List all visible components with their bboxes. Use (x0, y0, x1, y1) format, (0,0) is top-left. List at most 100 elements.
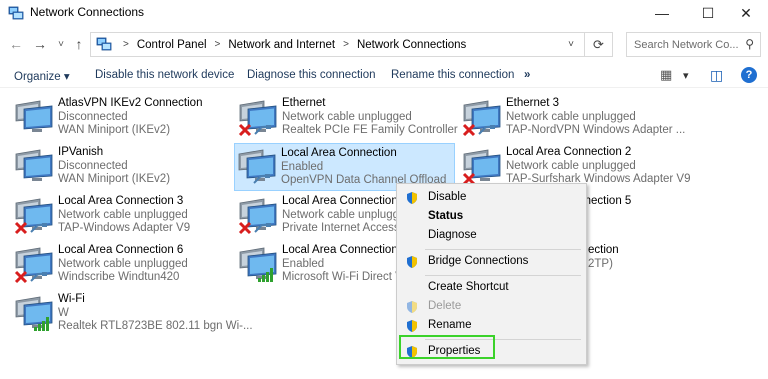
connection-local-area-6[interactable]: Local Area Connection 6 Network cable un… (12, 242, 234, 290)
connection-wifi[interactable]: Wi-Fi W Realtek RTL8723BE 802.11 bgn Wi-… (12, 291, 253, 339)
connection-name: Ethernet (282, 97, 326, 109)
forward-button[interactable]: → (32, 34, 48, 54)
connection-atlasvpn[interactable]: AtlasVPN IKEv2 Connection Disconnected W… (12, 95, 234, 143)
close-button[interactable]: ✕ (724, 0, 768, 26)
connection-name: AtlasVPN IKEv2 Connection (58, 97, 203, 109)
change-view-button[interactable]: ▦ (660, 66, 672, 84)
connection-device: Microsoft Wi-Fi Direct Virtual (282, 271, 396, 283)
address-bar[interactable]: > Control Panel > Network and Internet >… (90, 32, 613, 57)
cable-icon (30, 223, 47, 233)
up-arrow-icon: ↑ (75, 36, 83, 52)
help-icon: ? (745, 69, 753, 81)
forward-arrow-icon: → (33, 36, 47, 52)
connection-name: Local Area Connection 2 (506, 146, 632, 158)
organize-button[interactable]: Organize ▾ (14, 69, 70, 83)
menu-item-diagnose[interactable]: Diagnose (399, 226, 584, 246)
breadcrumb-separator-icon: > (343, 39, 349, 50)
connection-name: Ethernet 3 (506, 97, 560, 109)
menu-separator (425, 249, 581, 250)
menu-item-status[interactable]: Status (399, 207, 584, 227)
menu-item-create-shortcut[interactable]: Create Shortcut (399, 278, 584, 298)
signal-bars-icon (258, 268, 273, 282)
help-button[interactable]: ? (741, 67, 757, 83)
disable-device-button[interactable]: Disable this network device (95, 69, 234, 81)
minimize-icon: — (655, 5, 669, 21)
cable-icon (30, 272, 47, 282)
uac-shield-icon (407, 301, 417, 313)
connection-ethernet[interactable]: Ethernet Network cable unplugged Realtek… (236, 95, 458, 143)
connection-status: Disconnected (58, 159, 128, 172)
up-button[interactable]: ↑ (72, 34, 86, 54)
connection-name: Local Area Connection 4 (282, 195, 396, 207)
connection-status: Network cable unplugged (282, 110, 412, 123)
connection-name: Local Area Connection (281, 147, 397, 159)
connection-name: Local Area Connection* (282, 244, 396, 256)
back-button[interactable]: ← (8, 34, 24, 54)
connection-local-area-4[interactable]: Local Area Connection 4 Network cable un… (236, 193, 396, 241)
network-adapter-icon (14, 99, 58, 139)
rename-button[interactable]: Rename this connection (391, 69, 514, 81)
connection-l2tp[interactable]: ection 2TP) (588, 242, 648, 290)
connection-status: Network cable unplugged (506, 110, 636, 123)
menu-item-disable[interactable]: Disable (399, 188, 584, 208)
menu-item-bridge-connections[interactable]: Bridge Connections (399, 252, 584, 272)
network-connections-app-icon (8, 6, 24, 20)
breadcrumb-network-and-internet[interactable]: Network and Internet (228, 39, 335, 51)
red-x-icon (462, 123, 476, 137)
red-x-icon (14, 270, 28, 284)
connection-ipvanish[interactable]: IPVanish Disconnected WAN Miniport (IKEv… (12, 144, 234, 192)
preview-pane-button[interactable]: ◫ (710, 66, 723, 84)
connection-local-area-star[interactable]: Local Area Connection* Enabled Microsoft… (236, 242, 396, 290)
control-panel-icon (96, 37, 112, 51)
recent-locations-button[interactable]: ˅ (55, 34, 67, 54)
connection-name: Wi-Fi (58, 293, 85, 305)
menu-item-rename[interactable]: Rename (399, 316, 584, 336)
breadcrumb-control-panel[interactable]: Control Panel (137, 39, 207, 51)
properties-highlight-box (399, 335, 495, 359)
search-input[interactable]: Search Network Co... ⚲ (626, 32, 761, 57)
network-adapter-icon (14, 148, 58, 188)
uac-shield-icon (407, 256, 417, 268)
menu-item-label: Bridge Connections (428, 255, 529, 267)
minimize-button[interactable]: — (640, 0, 684, 26)
title-bar: Network Connections — ☐ ✕ (0, 0, 768, 26)
connection-status: Network cable unplugged (58, 208, 188, 221)
menu-item-label: Diagnose (428, 229, 477, 241)
refresh-icon: ⟳ (593, 36, 604, 52)
address-row: ← → ˅ ↑ > Control Panel > Network and In… (0, 29, 768, 59)
diagnose-button[interactable]: Diagnose this connection (247, 69, 376, 81)
uac-shield-icon (407, 192, 417, 204)
breadcrumb-separator-icon: > (214, 39, 221, 50)
cable-icon (254, 223, 271, 233)
preview-pane-icon: ◫ (710, 66, 724, 83)
maximize-icon: ☐ (701, 4, 715, 21)
connection-name: Local Area Connection 3 (58, 195, 184, 207)
view-options-icon: ▦ (660, 67, 673, 82)
refresh-button[interactable]: ⟳ (584, 33, 612, 56)
breadcrumb-separator-icon: > (123, 39, 129, 50)
breadcrumb-network-connections[interactable]: Network Connections (357, 39, 466, 51)
menu-item-label: Disable (428, 191, 467, 203)
search-icon[interactable]: ⚲ (745, 37, 754, 51)
connection-device: WAN Miniport (IKEv2) (58, 124, 171, 136)
connection-status: Enabled (281, 160, 324, 173)
menu-item-delete: Delete (399, 297, 584, 317)
connection-status: Network cable unplugged (282, 208, 396, 221)
more-commands-button[interactable]: » (524, 69, 530, 81)
window-title: Network Connections (30, 5, 145, 19)
red-x-icon (238, 221, 252, 235)
connection-status: Enabled (282, 257, 325, 270)
connection-device: Realtek PCIe FE Family Controller (282, 124, 458, 136)
view-dropdown-button[interactable]: ▾ (683, 66, 689, 84)
red-x-icon (14, 221, 28, 235)
connection-name: ection (588, 244, 619, 256)
connection-device: TAP-Windows Adapter V9 (58, 222, 191, 234)
connection-status: W (58, 306, 69, 319)
address-dropdown-icon[interactable]: ˅ (568, 39, 574, 50)
chevron-down-icon: ▾ (683, 69, 689, 82)
connection-ethernet-3[interactable]: Ethernet 3 Network cable unplugged TAP-N… (460, 95, 686, 143)
menu-item-label: Create Shortcut (428, 281, 509, 293)
connection-device: TAP-NordVPN Windows Adapter ... (506, 124, 686, 136)
cable-icon (253, 174, 270, 184)
connection-local-area-3[interactable]: Local Area Connection 3 Network cable un… (12, 193, 234, 241)
